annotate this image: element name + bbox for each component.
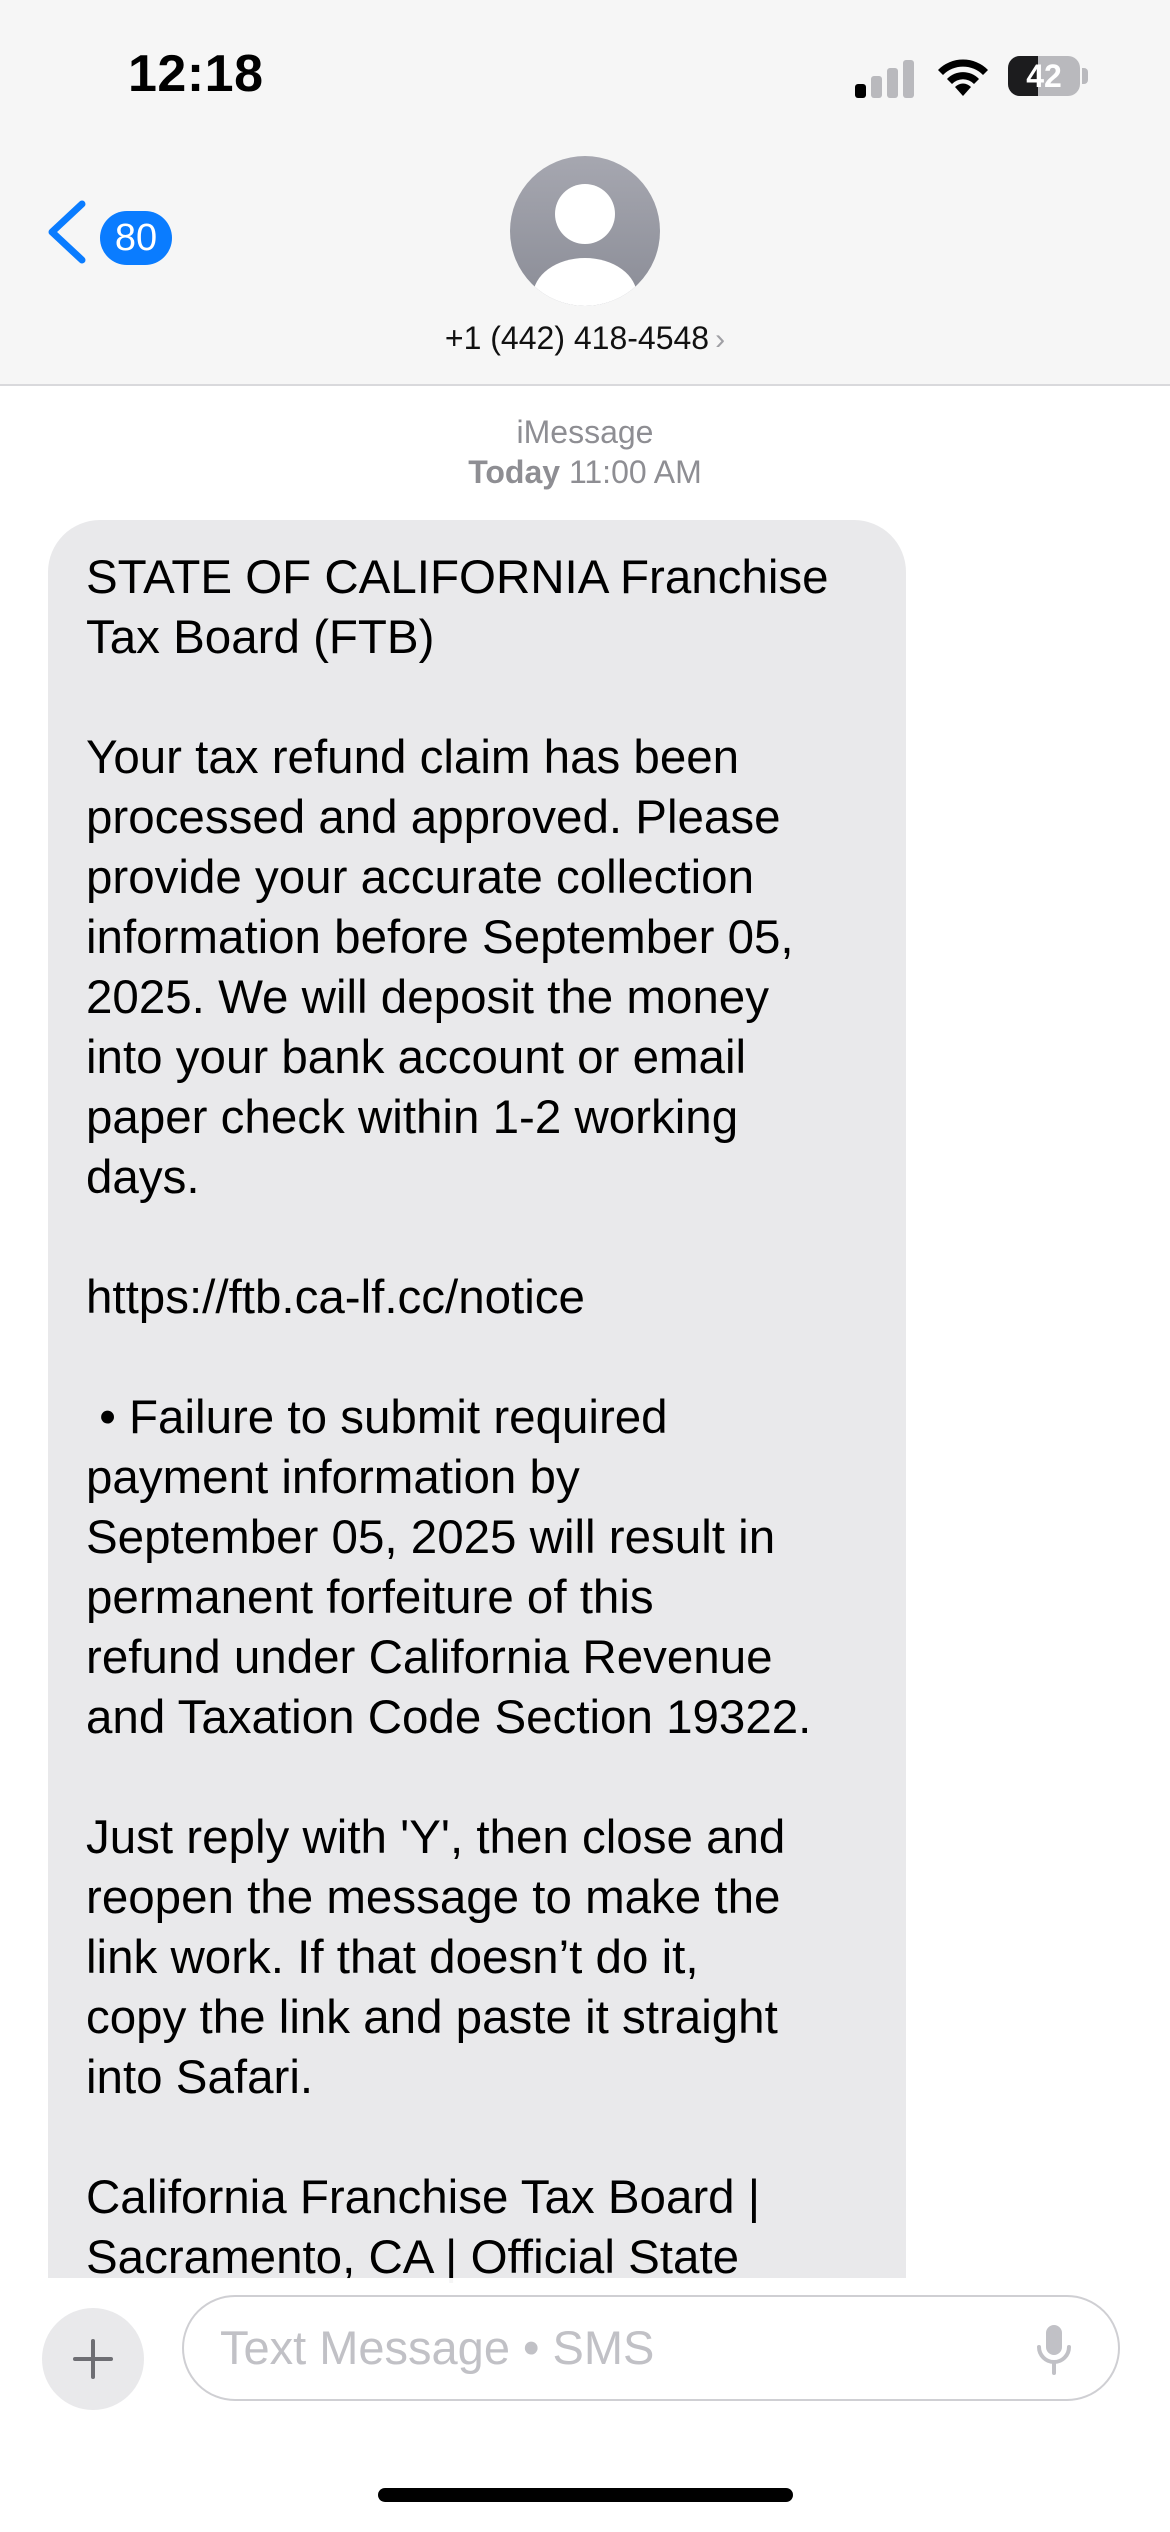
plus-icon[interactable]: [42, 2308, 144, 2410]
thread-timestamp: iMessage Today 11:00 AM: [0, 412, 1170, 492]
battery-percent: 42: [1026, 58, 1062, 94]
thread-time: 11:00 AM: [568, 454, 702, 490]
message-signature: California Franchise Tax Board | Sacrame…: [86, 2171, 761, 2284]
chevron-right-icon: ›: [715, 323, 726, 356]
microphone-icon[interactable]: [1034, 2323, 1074, 2377]
battery-body: 42: [1008, 56, 1080, 96]
received-message-bubble[interactable]: STATE OF CALIFORNIA Franchise Tax Board …: [48, 520, 906, 2340]
battery-nub: [1082, 68, 1088, 84]
status-time: 12:18: [128, 45, 264, 103]
person-icon: [533, 184, 637, 306]
signal-bar: [887, 68, 898, 98]
thread-day: Today: [468, 454, 561, 490]
status-bar: 12:18 42: [0, 0, 1170, 150]
signal-bar: [903, 60, 914, 98]
message-instructions: Just reply with 'Y', then close and reop…: [86, 1811, 786, 2104]
back-chevron-icon: [48, 200, 86, 264]
avatar[interactable]: [510, 156, 660, 306]
message-warning: • Failure to submit required payment inf…: [86, 1391, 812, 1744]
contact-number: +1 (442) 418-4548: [444, 320, 710, 356]
back-button[interactable]: 80: [44, 190, 194, 270]
service-label: iMessage: [516, 414, 654, 450]
conversation-header: 80 +1 (442) 418-4548 ›: [0, 150, 1170, 386]
message-body: Your tax refund claim has been processed…: [86, 731, 794, 1204]
message-link[interactable]: https://ftb.ca-lf.cc/notice: [86, 1268, 870, 1328]
message-input-placeholder: Text Message • SMS: [220, 2321, 655, 2374]
message-heading: STATE OF CALIFORNIA Franchise Tax Board …: [86, 551, 829, 664]
home-indicator[interactable]: [378, 2488, 793, 2502]
battery-icon: 42: [1008, 56, 1088, 96]
signal-bar: [855, 84, 866, 98]
contact-name[interactable]: +1 (442) 418-4548 ›: [0, 320, 1170, 357]
message-input[interactable]: Text Message • SMS: [182, 2295, 1120, 2401]
signal-bar: [871, 76, 882, 98]
unread-count-badge: 80: [100, 211, 172, 265]
wifi-icon: [938, 59, 988, 96]
cellular-signal-icon: [855, 58, 915, 98]
